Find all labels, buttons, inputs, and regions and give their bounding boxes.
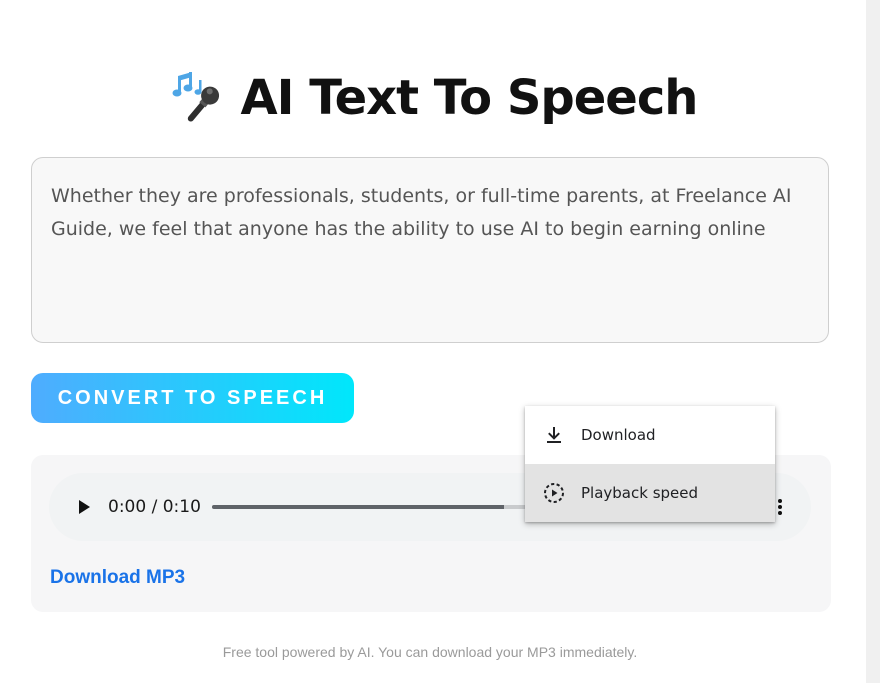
playback-speed-icon bbox=[542, 481, 566, 505]
progress-fill bbox=[212, 505, 504, 509]
time-display: 0:00 / 0:10 bbox=[108, 497, 201, 517]
menu-item-label: Download bbox=[581, 426, 656, 444]
text-input[interactable]: Whether they are professionals, students… bbox=[31, 157, 829, 343]
menu-item-playback-speed[interactable]: Playback speed bbox=[525, 464, 775, 522]
play-icon[interactable] bbox=[71, 495, 95, 519]
download-icon bbox=[542, 423, 566, 447]
page-title: AI Text To Speech bbox=[240, 70, 699, 126]
convert-to-speech-button[interactable]: CONVERT TO SPEECH bbox=[31, 373, 354, 423]
convert-button-label: CONVERT TO SPEECH bbox=[57, 386, 328, 409]
player-options-menu: Download Playback speed bbox=[525, 406, 775, 522]
menu-item-download[interactable]: Download bbox=[525, 406, 775, 464]
download-mp3-link[interactable]: Download MP3 bbox=[50, 567, 185, 589]
menu-item-label: Playback speed bbox=[581, 484, 699, 502]
header: AI Text To Speech bbox=[0, 62, 866, 134]
microphone-music-icon bbox=[169, 68, 229, 128]
footer-note: Free tool powered by AI. You can downloa… bbox=[222, 644, 638, 660]
page-scrollbar-rail bbox=[866, 0, 880, 683]
